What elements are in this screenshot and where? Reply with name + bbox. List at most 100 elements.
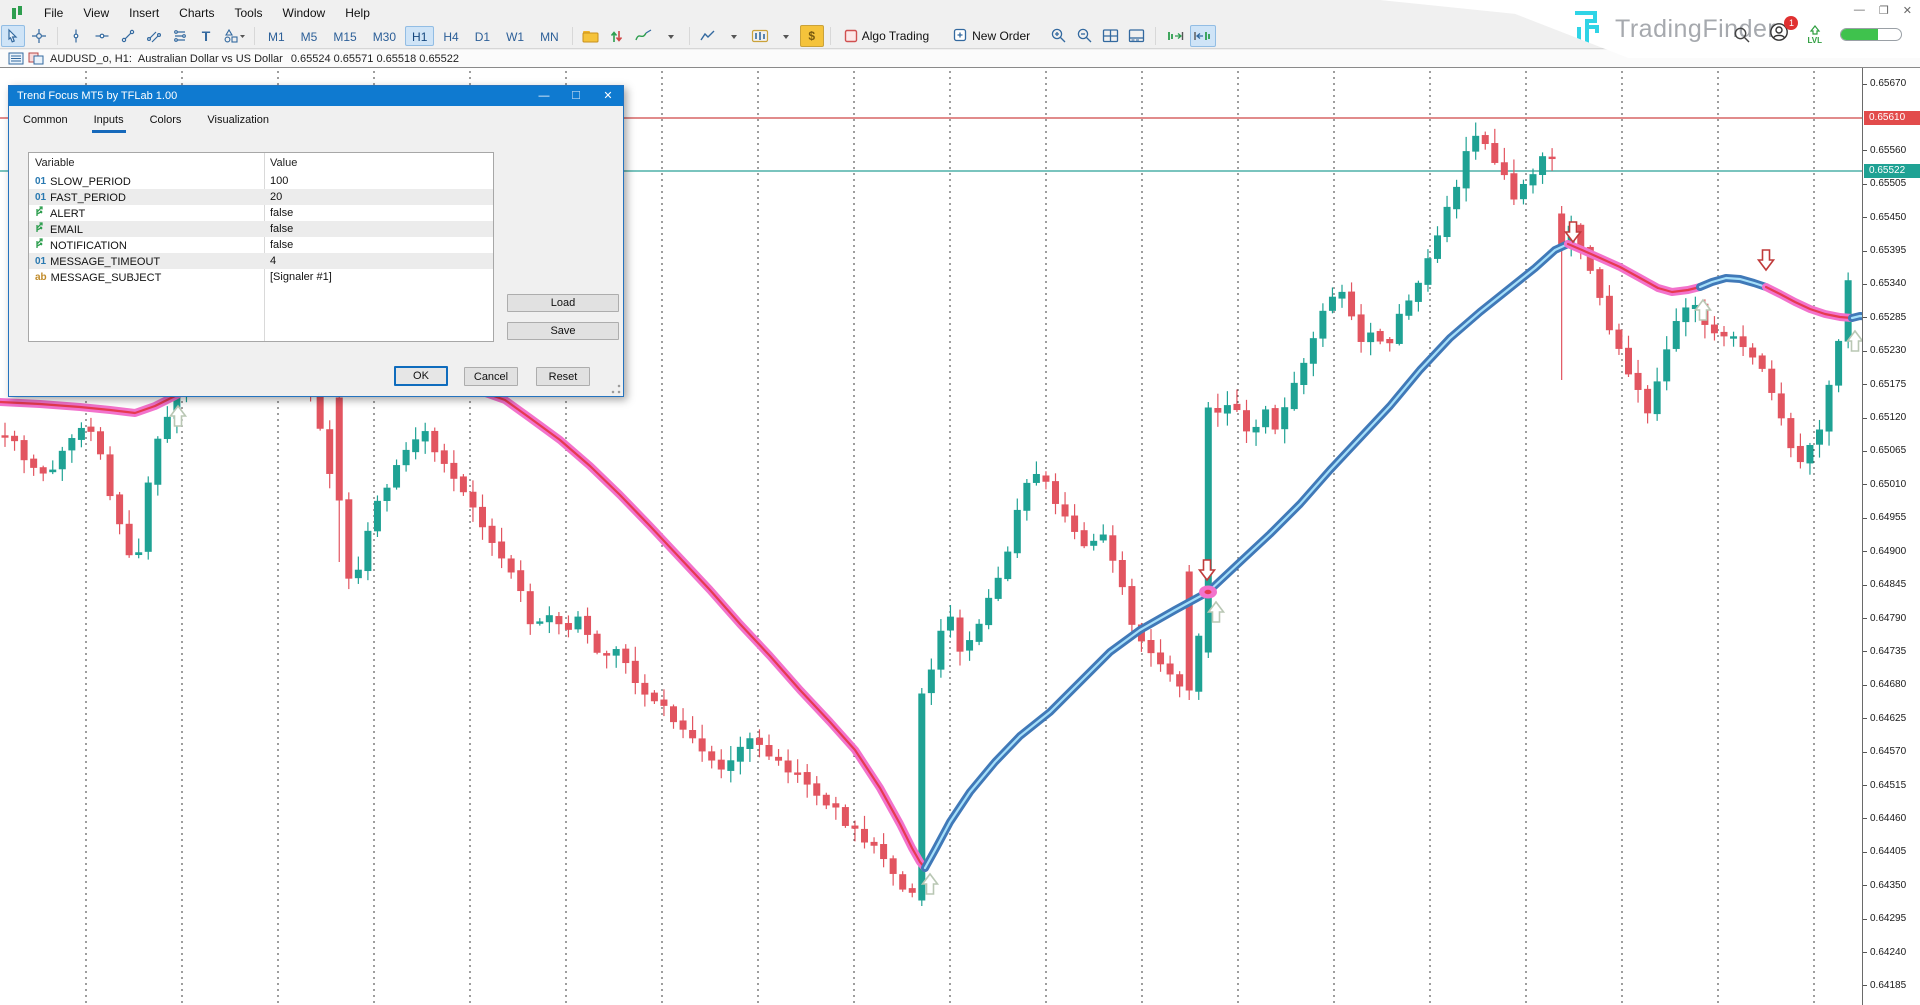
price-axis[interactable]: 0.656700.655600.655050.654500.653950.653… [1862,68,1920,1005]
zoom-in-button[interactable] [1047,25,1071,47]
chart-switch-icon[interactable] [28,52,44,65]
tab-inputs[interactable]: Inputs [92,112,126,133]
param-value[interactable]: 100 [270,173,288,189]
step-back-button[interactable] [1190,25,1216,47]
algo-trading-button[interactable]: Algo Trading [837,25,944,47]
menu-item-file[interactable]: File [34,4,73,22]
axis-price-label: 0.65450 [1870,212,1906,223]
toggle-panel-button[interactable] [1125,25,1149,47]
vertical-line-tool-button[interactable] [64,25,88,47]
axis-price-label: 0.64680 [1870,679,1906,690]
param-name: NOTIFICATION [50,238,127,254]
param-row-slow-period[interactable]: 01SLOW_PERIOD100 [29,173,493,189]
tab-colors[interactable]: Colors [148,112,184,133]
indicators-dropdown-caret[interactable] [659,25,683,47]
param-row-alert[interactable]: ALERT false [29,205,493,221]
new-order-button[interactable]: New Order [946,25,1045,47]
timeframe-h4[interactable]: H4 [436,26,465,46]
shapes-tool-button[interactable] [220,25,248,47]
line-chart-type-button[interactable] [696,25,720,47]
menu-item-help[interactable]: Help [335,4,380,22]
chart-list-icon[interactable] [8,52,24,65]
buy-sell-arrows-button[interactable] [605,25,629,47]
candle-chart-dropdown-caret[interactable] [774,25,798,47]
equidistant-lines-tool-button[interactable] [168,25,192,47]
dialog-maximize-button[interactable]: ☐ [561,86,591,106]
load-button[interactable]: Load [507,294,619,312]
tab-common[interactable]: Common [21,112,70,133]
profiles-folder-button[interactable] [579,25,603,47]
text-tool-button[interactable]: T [194,25,218,47]
candle-chart-type-button[interactable] [748,25,772,47]
param-value[interactable]: [Signaler #1] [270,269,332,285]
timeframe-d1[interactable]: D1 [468,26,497,46]
save-button[interactable]: Save [507,322,619,340]
axis-price-label: 0.64735 [1870,646,1906,657]
window-maximize-button[interactable]: ❐ [1879,4,1889,17]
inputs-table[interactable]: Variable Value 01SLOW_PERIOD10001FAST_PE… [28,152,494,342]
notification-badge: 1 [1784,16,1798,30]
step-forward-button[interactable] [1162,25,1188,47]
axis-price-label: 0.65505 [1870,178,1906,189]
param-name: FAST_PERIOD [50,190,126,206]
trendline-tool-button[interactable] [116,25,140,47]
tile-windows-button[interactable] [1099,25,1123,47]
search-icon[interactable] [1733,26,1751,44]
param-type-icon [35,237,46,254]
window-close-button[interactable]: ✕ [1903,4,1912,17]
axis-price-label: 0.65560 [1870,145,1906,156]
param-value[interactable]: false [270,205,293,221]
menu-item-window[interactable]: Window [273,4,336,22]
dialog-titlebar[interactable]: Trend Focus MT5 by TFLab 1.00 — ☐ ✕ [9,86,623,106]
dialog-resize-grip[interactable] [611,384,621,394]
axis-price-label: 0.64185 [1870,980,1906,991]
ok-button[interactable]: OK [394,366,448,386]
reset-button[interactable]: Reset [536,367,590,386]
menu-item-view[interactable]: View [73,4,119,22]
cancel-button[interactable]: Cancel [464,367,518,386]
timeframe-m15[interactable]: M15 [326,26,363,46]
param-value[interactable]: false [270,237,293,253]
axis-price-label: 0.64900 [1870,546,1906,557]
cursor-tool-button[interactable] [1,25,25,47]
profile-icon[interactable]: 1 [1769,22,1789,47]
market-watch-dollar-button[interactable]: $ [800,25,824,47]
param-row-email[interactable]: EMAILfalse [29,221,493,237]
timeframe-h1[interactable]: H1 [405,26,434,46]
param-row-message-timeout[interactable]: 01MESSAGE_TIMEOUT4 [29,253,493,269]
menu-item-charts[interactable]: Charts [169,4,224,22]
param-type-icon: 01 [35,253,46,270]
dialog-close-button[interactable]: ✕ [593,86,623,106]
tab-visualization[interactable]: Visualization [205,112,271,133]
menu-item-insert[interactable]: Insert [119,4,169,22]
param-row-fast-period[interactable]: 01FAST_PERIOD 20 [29,189,493,205]
timeframe-mn[interactable]: MN [533,26,566,46]
axis-price-label: 0.65010 [1870,479,1906,490]
dialog-tabs: Common Inputs Colors Visualization [21,112,271,133]
menu-item-tools[interactable]: Tools [225,4,273,22]
line-chart-dropdown-caret[interactable] [722,25,746,47]
zoom-out-button[interactable] [1073,25,1097,47]
axis-price-label: 0.65230 [1870,345,1906,356]
chart-ohlc: 0.65524 0.65571 0.65518 0.65522 [291,53,459,65]
channel-tool-button[interactable] [142,25,166,47]
window-minimize-button[interactable]: — [1854,4,1865,17]
horizontal-line-tool-button[interactable] [90,25,114,47]
param-row-message-subject[interactable]: abMESSAGE_SUBJECT[Signaler #1] [29,269,493,285]
timeframe-m5[interactable]: M5 [294,26,325,46]
param-value[interactable]: false [270,221,293,237]
axis-price-label: 0.65395 [1870,245,1906,256]
indicators-button[interactable] [631,25,657,47]
crosshair-tool-button[interactable] [27,25,51,47]
timeframe-m30[interactable]: M30 [366,26,403,46]
timeframe-m1[interactable]: M1 [261,26,292,46]
timeframe-w1[interactable]: W1 [499,26,531,46]
dialog-minimize-button[interactable]: — [529,86,559,106]
param-name: ALERT [50,206,85,222]
param-value[interactable]: 20 [270,189,282,205]
param-value[interactable]: 4 [270,253,276,269]
axis-price-label: 0.65340 [1870,278,1906,289]
param-row-notification[interactable]: NOTIFICATION false [29,237,493,253]
param-type-icon: 01 [35,189,46,206]
axis-price-label: 0.64955 [1870,512,1906,523]
